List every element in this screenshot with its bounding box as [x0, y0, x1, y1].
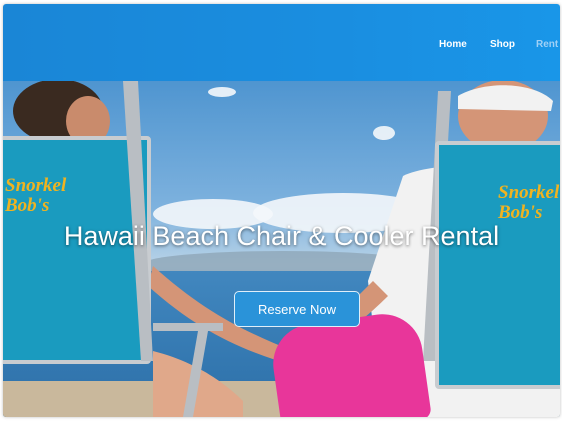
right-beach-chair [435, 141, 560, 389]
right-chair-logo: Snorkel Bob's [498, 182, 560, 223]
main-nav: Home Shop Rent [3, 39, 560, 55]
nav-home-link[interactable]: Home [439, 39, 467, 50]
hero-banner: Snorkel Bob's Snorkel Bob's Hawaii Beach… [3, 81, 560, 417]
nav-shop-link[interactable]: Shop [490, 39, 515, 50]
left-chair-logo: Snorkel Bob's [5, 175, 67, 216]
nav-rent-link[interactable]: Rent [536, 39, 558, 50]
site-header: Home Shop Rent [3, 4, 560, 81]
browser-viewport: Home Shop Rent Snorkel Bob's Snorkel Bob… [3, 4, 560, 417]
reserve-now-button[interactable]: Reserve Now [234, 291, 360, 327]
hero-title: Hawaii Beach Chair & Cooler Rental [63, 221, 500, 251]
